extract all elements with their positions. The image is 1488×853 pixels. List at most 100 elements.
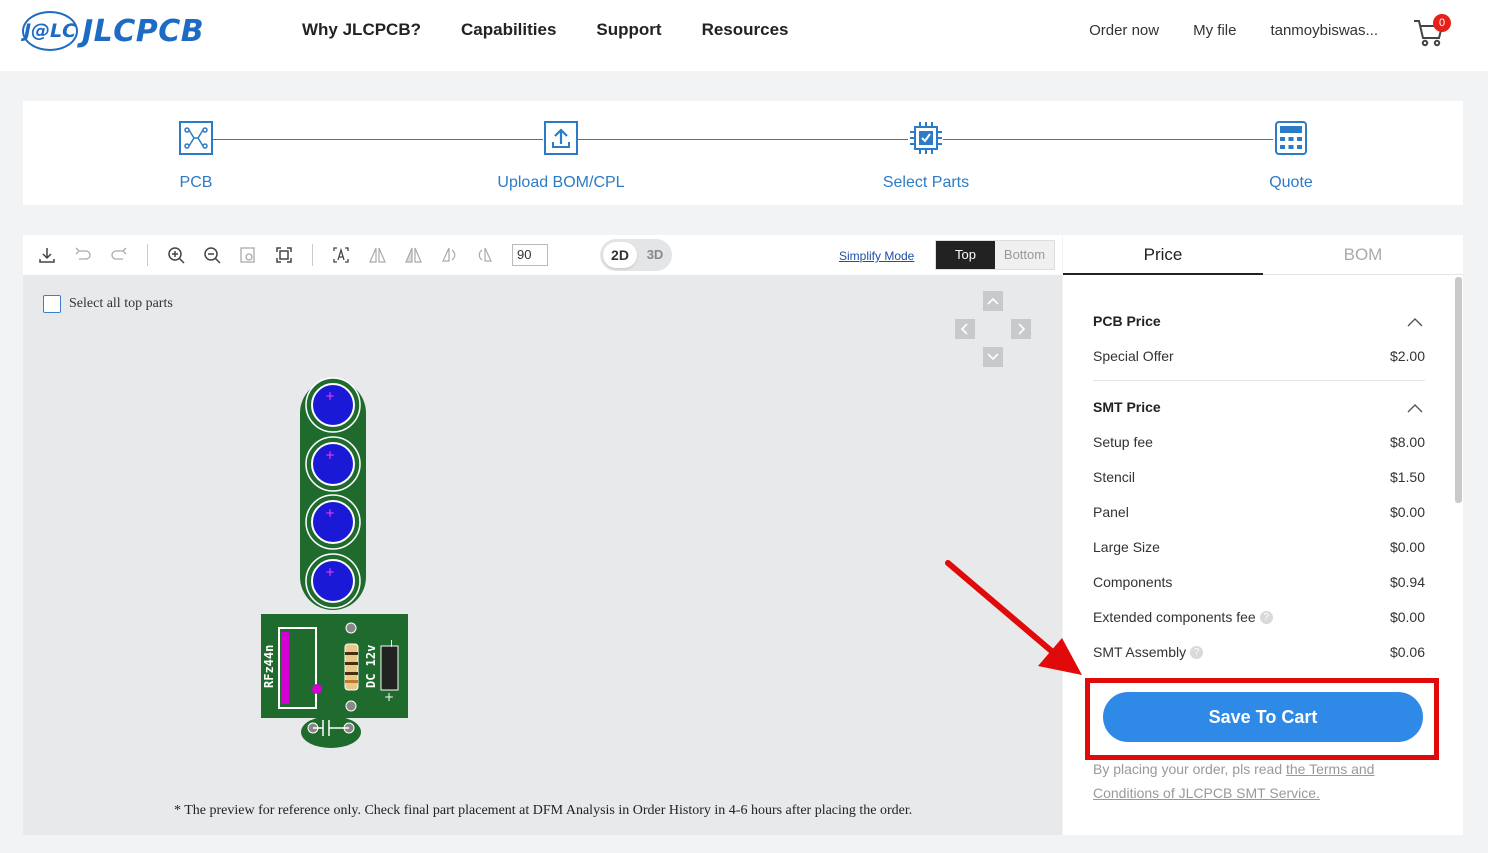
preview-disclaimer: * The preview for reference only. Check … xyxy=(174,803,913,818)
help-icon[interactable]: ? xyxy=(1259,610,1273,624)
rotation-angle-input[interactable]: 90 xyxy=(512,244,548,266)
help-icon[interactable]: ? xyxy=(1190,645,1204,659)
save-to-cart-button[interactable]: Save To Cart xyxy=(1103,692,1423,742)
led-strip: + + + + xyxy=(300,377,366,610)
side-top-button[interactable]: Top xyxy=(936,241,995,269)
board-side-toggle: Top Bottom xyxy=(935,240,1055,270)
price-row-label: Components xyxy=(1093,574,1173,590)
main-nav: Why JLCPCB? Capabilities Support Resourc… xyxy=(302,20,789,40)
price-row-label-wrap: Extended components fee ? xyxy=(1093,609,1273,625)
pan-right-icon[interactable] xyxy=(1011,319,1031,339)
viewer-toolbar: 90 2D 3D Simplify Mode Top Bottom xyxy=(23,235,1062,275)
jlcpcb-logo[interactable]: J@LC JLCPCB xyxy=(22,10,204,52)
price-row-large-size: Large Size $0.00 xyxy=(1093,539,1425,555)
nav-support[interactable]: Support xyxy=(596,20,661,40)
my-file-link[interactable]: My file xyxy=(1193,22,1236,39)
rotate-left-icon[interactable] xyxy=(439,245,459,265)
zoom-area-icon[interactable] xyxy=(238,245,258,265)
led-2[interactable]: + xyxy=(305,436,361,492)
svg-text:−: − xyxy=(385,639,398,648)
price-row-smt-assembly: SMT Assembly ? $0.06 xyxy=(1093,644,1425,660)
price-row-value: $0.00 xyxy=(1389,609,1425,625)
silk-dc12v: DC 12v xyxy=(364,645,378,688)
step-label: Quote xyxy=(1269,174,1313,191)
price-row-value: $2.00 xyxy=(1389,348,1425,364)
panel-scrollbar[interactable] xyxy=(1455,277,1462,503)
upload-icon xyxy=(544,121,578,155)
price-row-value: $0.94 xyxy=(1389,574,1425,590)
price-row-label: Special Offer xyxy=(1093,348,1174,364)
step-select-parts[interactable]: Select Parts xyxy=(826,121,1026,192)
view-3d-button[interactable]: 3D xyxy=(640,242,670,268)
price-row-stencil: Stencil $1.50 xyxy=(1093,469,1425,485)
top-header: J@LC JLCPCB Why JLCPCB? Capabilities Sup… xyxy=(0,0,1488,71)
price-row-components: Components $0.94 xyxy=(1093,574,1425,590)
pan-down-icon[interactable] xyxy=(983,347,1003,367)
tab-price[interactable]: Price xyxy=(1063,235,1263,275)
pcb-preview[interactable]: + + + + RFz44n DC 12v − + xyxy=(253,370,423,750)
price-row-panel: Panel $0.00 xyxy=(1093,504,1425,520)
silk-rfz44n: RFz44n xyxy=(262,645,276,688)
led-1[interactable]: + xyxy=(305,377,361,433)
smt-price-title: SMT Price xyxy=(1093,399,1161,415)
price-row-label: Panel xyxy=(1093,504,1129,520)
led-4[interactable]: + xyxy=(305,553,361,609)
nav-capabilities[interactable]: Capabilities xyxy=(461,20,556,40)
price-row-special-offer: Special Offer $2.00 xyxy=(1093,348,1425,364)
logo-text: JLCPCB xyxy=(82,13,205,49)
chip-check-icon xyxy=(910,122,942,154)
step-pcb[interactable]: PCB xyxy=(96,121,296,192)
led-3[interactable]: + xyxy=(305,494,361,550)
zoom-in-icon[interactable] xyxy=(166,245,186,265)
step-upload-bom-cpl[interactable]: Upload BOM/CPL xyxy=(461,121,661,192)
rotate-right-icon[interactable] xyxy=(475,245,495,265)
pcb-viewer: 90 2D 3D Simplify Mode Top Bottom Select… xyxy=(23,235,1062,835)
toolbar-divider xyxy=(147,244,148,266)
resistor[interactable] xyxy=(344,643,359,691)
user-menu[interactable]: tanmoybiswas... xyxy=(1270,22,1378,39)
chevron-up-icon[interactable] xyxy=(1407,403,1423,413)
chevron-up-icon[interactable] xyxy=(1407,317,1423,327)
svg-text:+: + xyxy=(325,565,335,579)
price-row-value: $1.50 xyxy=(1389,469,1425,485)
step-label: Upload BOM/CPL xyxy=(497,174,625,191)
view-dimension-toggle: 2D 3D xyxy=(600,239,672,271)
price-row-label: Setup fee xyxy=(1093,434,1153,450)
flip-vertical-icon[interactable] xyxy=(403,245,423,265)
order-now-link[interactable]: Order now xyxy=(1089,22,1159,39)
price-row-extended-components-fee: Extended components fee ? $0.00 xyxy=(1093,609,1425,625)
price-row-label-wrap: SMT Assembly ? xyxy=(1093,644,1204,660)
simplify-mode-link[interactable]: Simplify Mode xyxy=(839,249,914,263)
text-label-icon[interactable] xyxy=(331,245,351,265)
nav-resources[interactable]: Resources xyxy=(702,20,789,40)
controller-board: RFz44n DC 12v − + xyxy=(261,614,408,748)
select-all-label: Select all top parts xyxy=(69,296,173,311)
select-all-checkbox[interactable] xyxy=(43,295,61,313)
zoom-out-icon[interactable] xyxy=(202,245,222,265)
power-connector[interactable] xyxy=(380,645,399,691)
redo-icon[interactable] xyxy=(109,245,129,265)
side-bottom-button[interactable]: Bottom xyxy=(995,241,1054,269)
step-label: Select Parts xyxy=(882,174,970,191)
order-steps: PCB Upload BOM/CPL Select Parts Quote xyxy=(23,101,1463,205)
undo-icon[interactable] xyxy=(73,245,93,265)
fit-view-icon[interactable] xyxy=(274,245,294,265)
select-all-top-parts[interactable]: Select all top parts xyxy=(43,295,173,313)
section-divider xyxy=(1093,380,1425,381)
price-row-label: Stencil xyxy=(1093,469,1136,485)
price-row-value: $0.00 xyxy=(1389,504,1425,520)
download-icon[interactable] xyxy=(37,245,57,265)
step-label: PCB xyxy=(179,174,213,191)
flip-horizontal-icon[interactable] xyxy=(367,245,387,265)
view-2d-button[interactable]: 2D xyxy=(603,242,637,268)
nav-why-jlcpcb[interactable]: Why JLCPCB? xyxy=(302,20,421,40)
tab-bom[interactable]: BOM xyxy=(1263,235,1463,275)
pan-up-icon[interactable] xyxy=(983,291,1003,311)
svg-text:+: + xyxy=(325,448,335,462)
price-row-value: $0.06 xyxy=(1389,644,1425,660)
pan-left-icon[interactable] xyxy=(955,319,975,339)
step-quote[interactable]: Quote xyxy=(1191,121,1391,192)
pcb-icon xyxy=(179,121,213,155)
svg-text:+: + xyxy=(384,690,394,704)
price-row-setup-fee: Setup fee $8.00 xyxy=(1093,434,1425,450)
